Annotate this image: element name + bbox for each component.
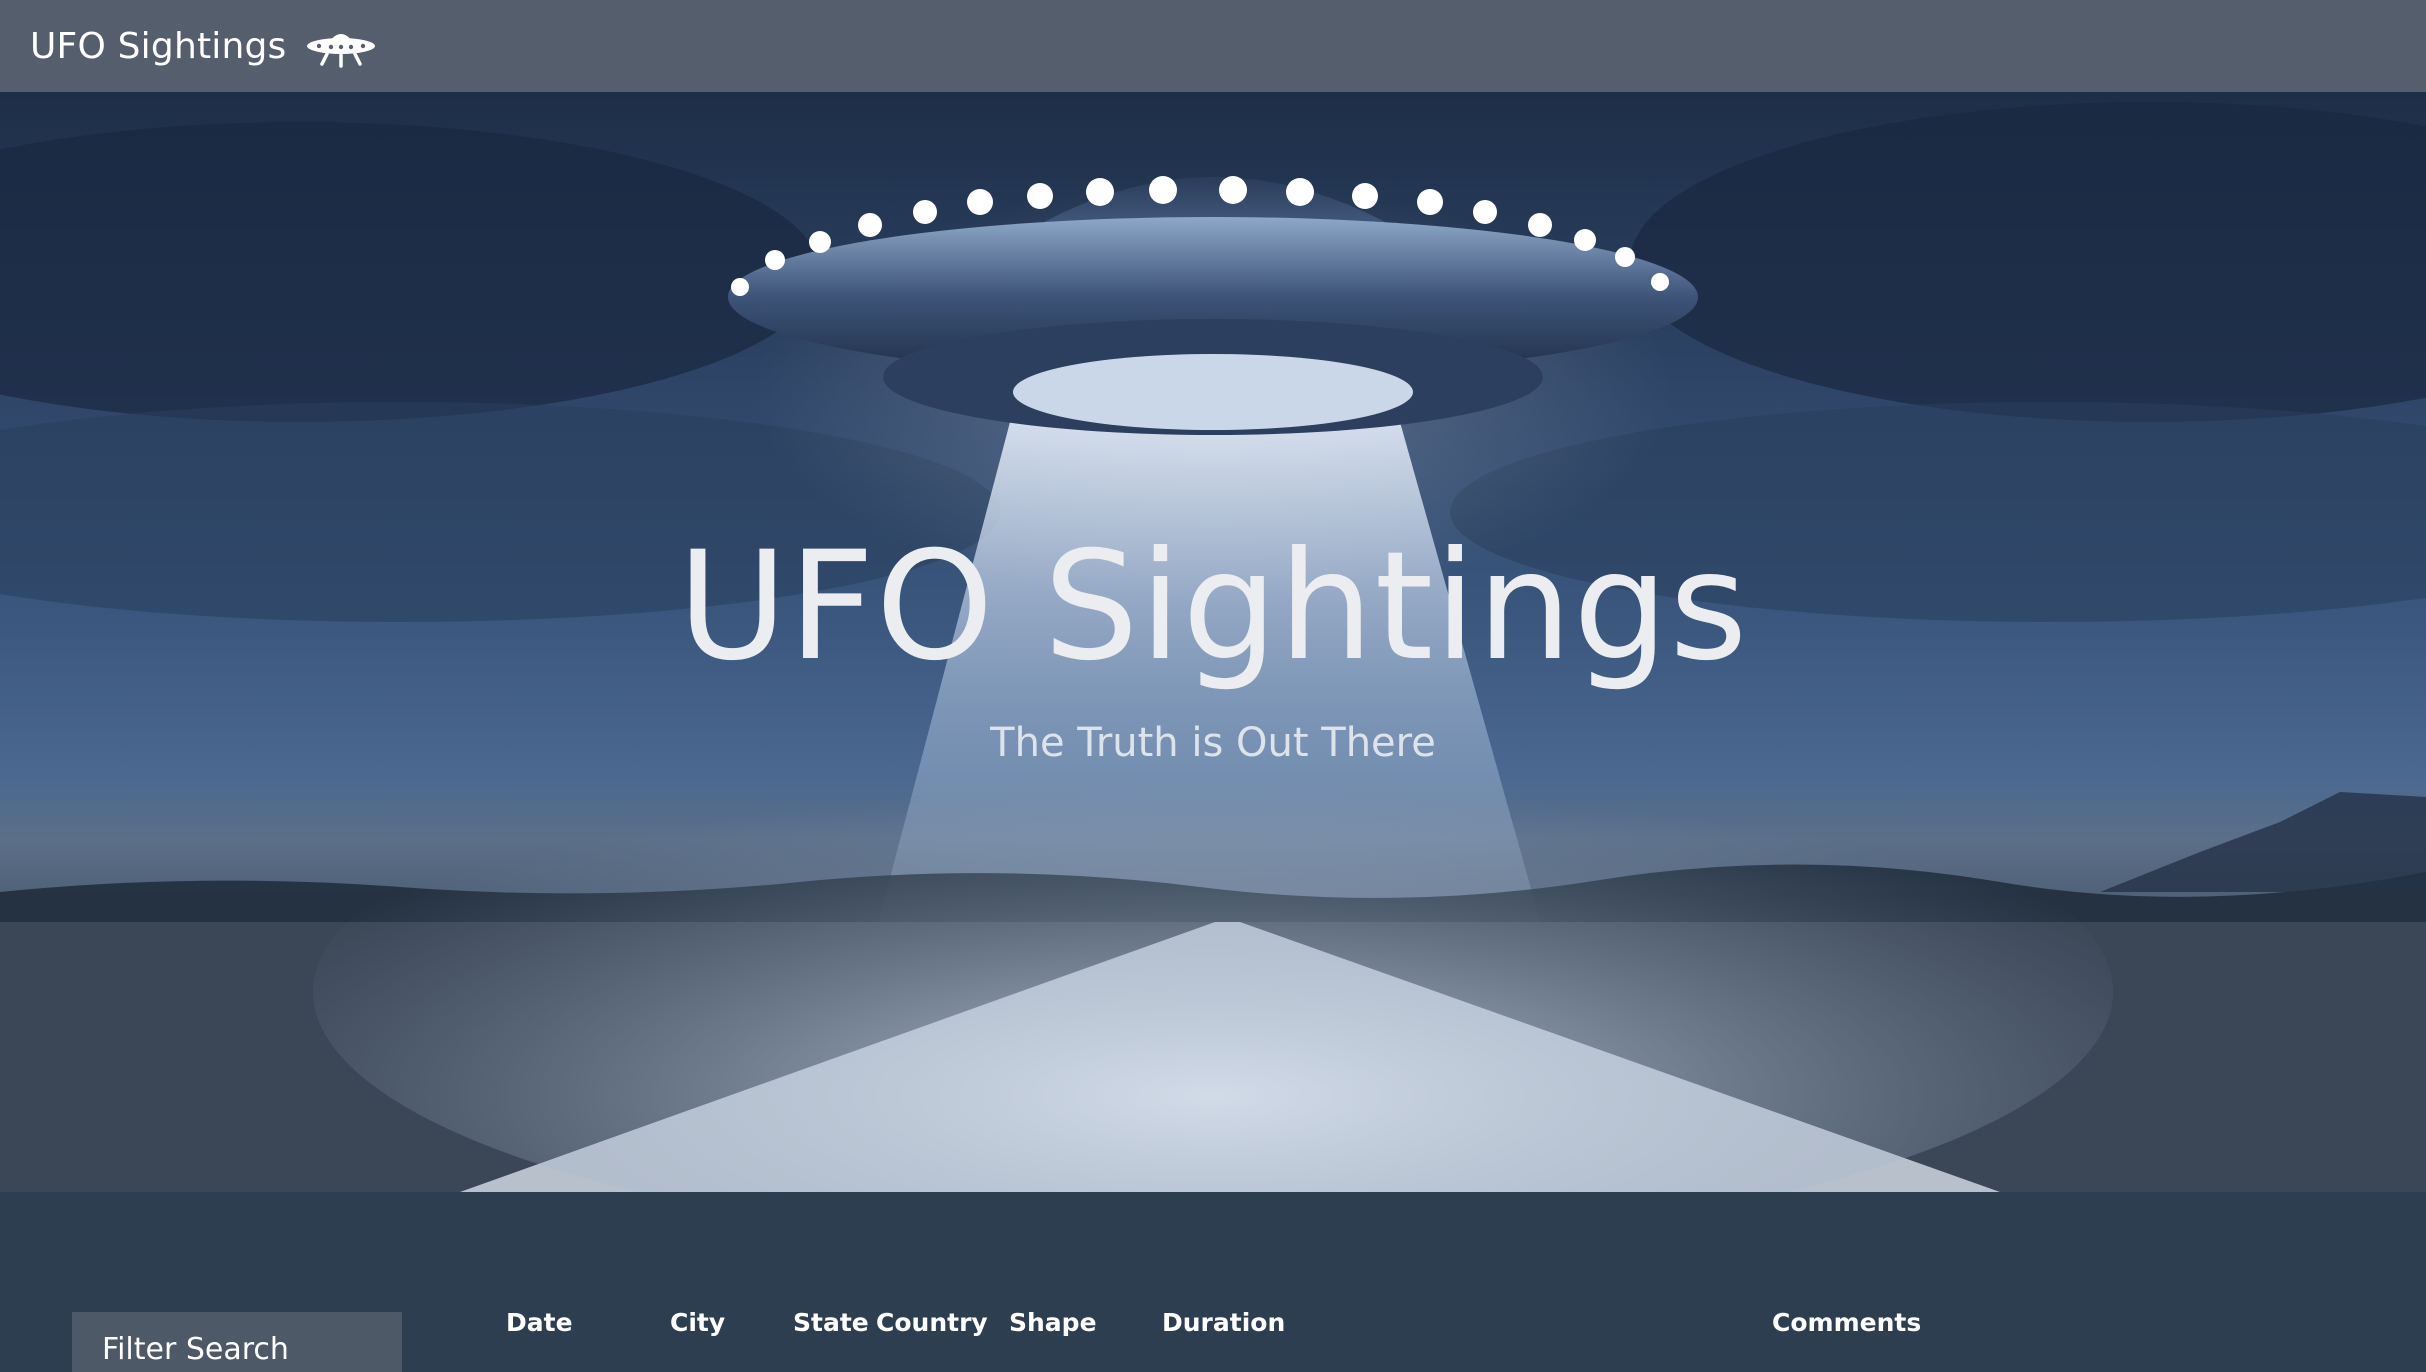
brand-title: UFO Sightings <box>30 25 287 67</box>
hero-banner: UFO Sightings The Truth is Out There <box>0 92 2426 1192</box>
column-header-date[interactable]: Date <box>506 1308 573 1337</box>
brand-link[interactable]: UFO Sightings <box>30 22 377 70</box>
table-header: Date City State Country Shape Duration C… <box>0 1308 2426 1348</box>
content-section: Filter Search Date City State Country Sh… <box>0 1192 2426 1372</box>
column-header-country[interactable]: Country <box>876 1308 988 1337</box>
navbar: UFO Sightings <box>0 0 2426 92</box>
ufo-icon <box>306 34 375 68</box>
column-header-duration[interactable]: Duration <box>1162 1308 1285 1337</box>
hero-title: UFO Sightings <box>677 520 1749 694</box>
column-header-comments[interactable]: Comments <box>1772 1308 1921 1337</box>
column-header-city[interactable]: City <box>670 1308 725 1337</box>
column-header-state[interactable]: State <box>793 1308 869 1337</box>
column-header-shape[interactable]: Shape <box>1009 1308 1097 1337</box>
hero-subtitle: The Truth is Out There <box>990 720 1436 766</box>
